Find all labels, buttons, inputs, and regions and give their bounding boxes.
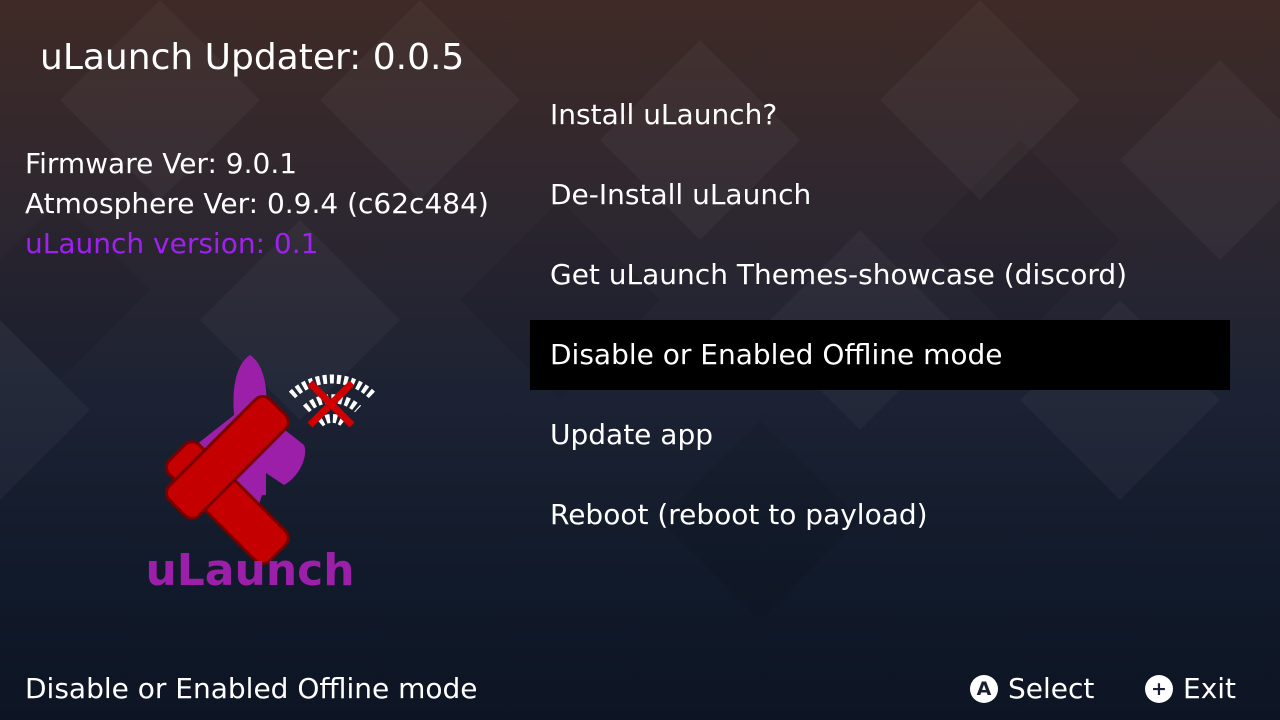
exit-hint-label: Exit: [1183, 672, 1237, 705]
menu-item-offline-mode[interactable]: Disable or Enabled Offline mode: [530, 320, 1230, 390]
firmware-version: Firmware Ver: 9.0.1: [25, 147, 298, 180]
menu-item-themes[interactable]: Get uLaunch Themes-showcase (discord): [530, 240, 1230, 310]
menu-item-install[interactable]: Install uLaunch?: [530, 80, 1230, 150]
menu-item-label: Install uLaunch?: [550, 98, 778, 131]
menu-item-label: Reboot (reboot to payload): [550, 498, 928, 531]
app-title: uLaunch Updater: 0.0.5: [40, 37, 465, 78]
menu-item-label: De-Install uLaunch: [550, 178, 812, 211]
menu-item-label: Update app: [550, 418, 714, 451]
menu-item-label: Disable or Enabled Offline mode: [550, 338, 1003, 371]
atmosphere-version: Atmosphere Ver: 0.9.4 (c62c484): [25, 187, 489, 220]
select-hint-label: Select: [1008, 672, 1095, 705]
menu-item-update-app[interactable]: Update app: [530, 400, 1230, 470]
red-x-icon: [164, 394, 290, 566]
ulaunch-logo: uLaunch: [145, 355, 376, 596]
menu-item-reboot[interactable]: Reboot (reboot to payload): [530, 480, 1230, 550]
ulaunch-version: uLaunch version: 0.1: [25, 227, 319, 260]
a-button-icon: A: [970, 675, 998, 703]
logo-text: uLaunch: [145, 545, 354, 596]
menu-item-label: Get uLaunch Themes-showcase (discord): [550, 258, 1128, 291]
selected-item-description: Disable or Enabled Offline mode: [25, 672, 478, 705]
select-hint[interactable]: A Select: [970, 670, 1094, 708]
wifi-off-icon: [288, 374, 376, 428]
plus-button-icon: +: [1145, 675, 1173, 703]
menu-item-uninstall[interactable]: De-Install uLaunch: [530, 160, 1230, 230]
updater-screen: uLaunch Updater: 0.0.5 Firmware Ver: 9.0…: [0, 0, 1280, 720]
exit-hint[interactable]: + Exit: [1145, 670, 1236, 708]
